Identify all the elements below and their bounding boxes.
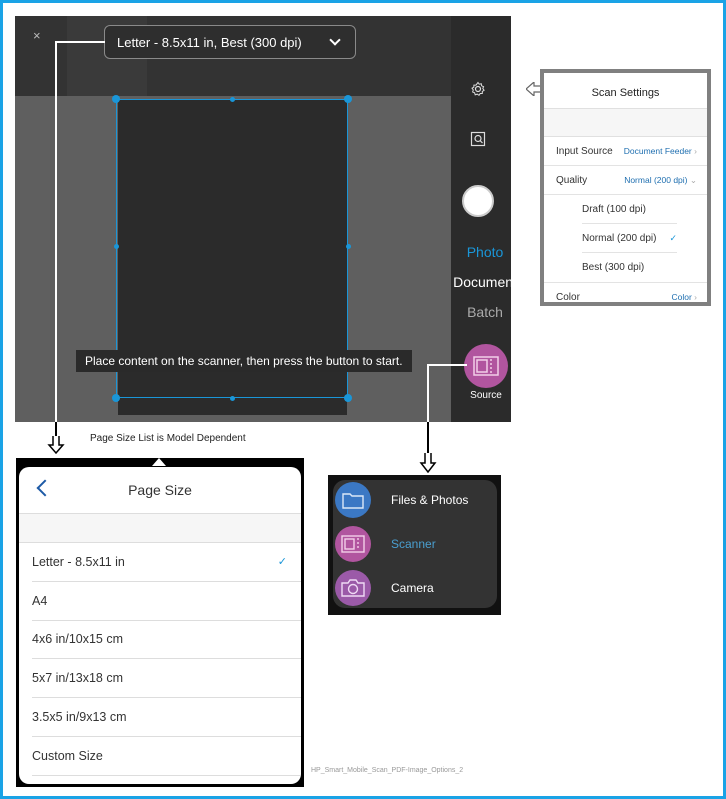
arrow-down-icon: [47, 436, 65, 454]
source-item-label: Camera: [391, 581, 434, 595]
quality-value: Normal (200 dpi): [624, 174, 688, 185]
page-size-item[interactable]: 3.5x5 in/9x13 cm: [32, 698, 301, 737]
checkmark-icon: ✓: [669, 232, 677, 243]
scan-preview-icon[interactable]: [470, 131, 486, 147]
scan-camera-screen: × Letter - 8.5x11 in, Best (300 dpi) Pla…: [15, 16, 511, 422]
gear-icon[interactable]: [470, 81, 486, 97]
option-label: Best (300 dpi): [582, 262, 645, 273]
figure-caption: HP_Smart_Mobile_Scan_PDF-Image_Options_2: [311, 767, 464, 774]
input-source-label: Input Source: [556, 145, 613, 157]
scanner-icon: [341, 535, 365, 553]
close-icon[interactable]: ×: [33, 28, 41, 43]
item-label: 3.5x5 in/9x13 cm: [32, 710, 127, 725]
page-size-panel: Page Size Letter - 8.5x11 in ✓ A4 4x6 in/…: [16, 458, 304, 787]
source-button[interactable]: [464, 344, 508, 388]
shutter-button[interactable]: [462, 185, 494, 217]
page-size-caption: Page Size List is Model Dependent: [90, 433, 246, 444]
folder-icon: [342, 493, 364, 509]
option-label: Normal (200 dpi): [582, 232, 657, 244]
page-size-item[interactable]: Letter - 8.5x11 in ✓: [32, 543, 301, 582]
color-row[interactable]: Color Color ›: [544, 282, 707, 311]
mode-document[interactable]: Document: [445, 274, 511, 290]
connector-line: [427, 364, 429, 422]
connector-line: [55, 41, 57, 436]
chevron-right-icon: ›: [694, 292, 697, 302]
mode-batch[interactable]: Batch: [445, 304, 511, 320]
chevron-down-icon: [329, 34, 341, 46]
crop-handle-bottom-left[interactable]: [112, 394, 120, 402]
crop-handle-right[interactable]: [346, 244, 351, 249]
camera-icon: [341, 579, 365, 597]
input-source-value: Document Feeder: [623, 146, 692, 156]
connector-line: [427, 422, 429, 456]
item-label: 5x7 in/13x18 cm: [32, 671, 124, 686]
connector-line: [427, 364, 467, 366]
popover-notch: [152, 458, 166, 466]
page-size-item[interactable]: Custom Size: [32, 737, 301, 776]
chevron-down-icon: ⌄: [689, 174, 697, 185]
crop-handle-bottom[interactable]: [230, 396, 235, 401]
checkmark-icon: ✓: [277, 556, 287, 569]
item-label: A4: [32, 593, 48, 608]
quality-option-normal[interactable]: Normal (200 dpi) ✓: [582, 224, 677, 253]
source-label: Source: [470, 390, 502, 401]
connector-line: [55, 41, 105, 43]
chevron-right-icon: ›: [694, 146, 697, 156]
source-menu: Files & Photos Scanner Camera: [328, 475, 501, 615]
item-label: Custom Size: [32, 748, 103, 763]
source-files-photos[interactable]: Files & Photos: [335, 481, 495, 519]
quality-row[interactable]: Quality Normal (200 dpi) ⌄: [544, 166, 707, 195]
page-size-item[interactable]: 5x7 in/13x18 cm: [32, 659, 301, 699]
back-chevron-icon[interactable]: [36, 479, 54, 497]
crop-handle-top[interactable]: [230, 97, 235, 102]
crop-handle-left[interactable]: [114, 244, 119, 249]
scan-settings-title: Scan Settings: [544, 73, 707, 109]
page-size-item[interactable]: A4: [32, 582, 301, 621]
page-size-quality-dropdown[interactable]: Letter - 8.5x11 in, Best (300 dpi): [104, 25, 356, 59]
page-size-title: Page Size: [128, 482, 192, 498]
mode-photo[interactable]: Photo: [445, 244, 511, 260]
source-item-label: Scanner: [391, 537, 436, 551]
arrow-down-icon: [419, 453, 437, 473]
item-label: 4x6 in/10x15 cm: [32, 632, 124, 647]
quality-option-draft[interactable]: Draft (100 dpi): [582, 195, 677, 224]
scan-settings-panel: Scan Settings Input Source Document Feed…: [540, 69, 711, 306]
source-item-label: Files & Photos: [391, 493, 469, 507]
quality-option-best[interactable]: Best (300 dpi): [582, 253, 677, 282]
source-scanner[interactable]: Scanner: [335, 525, 495, 563]
option-label: Draft (100 dpi): [582, 203, 646, 215]
crop-handle-bottom-right[interactable]: [344, 394, 352, 402]
crop-handle-top-left[interactable]: [112, 95, 120, 103]
color-value: Color: [671, 292, 692, 302]
quality-label: Quality: [556, 174, 588, 186]
input-source-row[interactable]: Input Source Document Feeder ›: [544, 137, 707, 166]
page-select-value: Letter - 8.5x11 in, Best (300 dpi): [117, 34, 302, 50]
color-label: Color: [556, 291, 580, 303]
crop-handle-top-right[interactable]: [344, 95, 352, 103]
page-size-item[interactable]: 4x6 in/10x15 cm: [32, 621, 301, 660]
scanner-icon: [473, 356, 499, 376]
source-camera[interactable]: Camera: [335, 569, 495, 607]
scan-hint-text: Place content on the scanner, then press…: [76, 350, 412, 372]
item-label: Letter - 8.5x11 in: [32, 554, 125, 569]
